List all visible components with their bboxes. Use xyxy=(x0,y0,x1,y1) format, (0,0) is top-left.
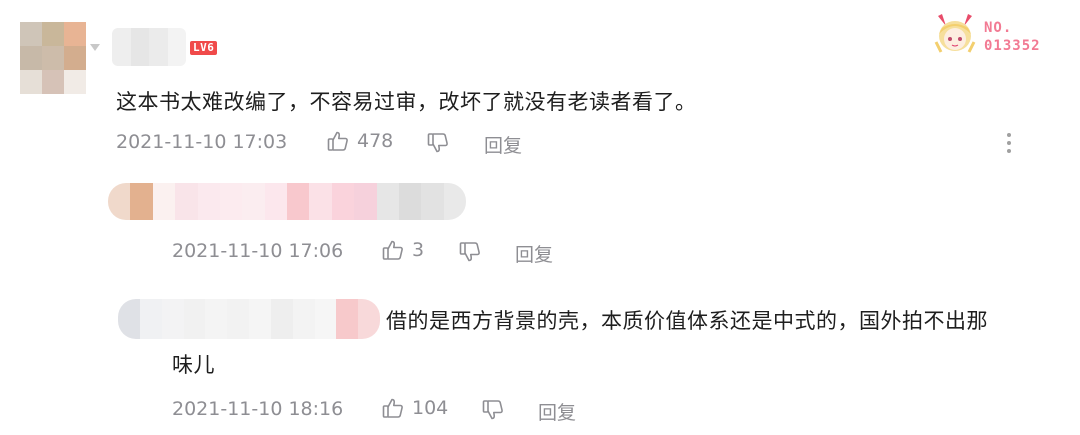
thumbs-up-icon[interactable] xyxy=(381,396,405,420)
comment-timestamp: 2021-11-10 17:06 xyxy=(172,240,344,262)
reply-button[interactable]: 回复 xyxy=(515,240,553,267)
like-count: 3 xyxy=(412,239,425,261)
comment-text: 这本书太难改编了，不容易过审，改坏了就没有老读者看了。 xyxy=(116,90,697,114)
comment-timestamp: 2021-11-10 18:16 xyxy=(172,398,344,420)
level-badge: LV6 xyxy=(190,41,218,55)
thumbs-down-icon[interactable] xyxy=(426,131,450,155)
like-count: 104 xyxy=(412,397,449,419)
thumbs-up-icon[interactable] xyxy=(326,129,350,153)
username-blurred[interactable] xyxy=(112,28,186,66)
avatar[interactable] xyxy=(20,22,86,94)
comment-text-continued: 味儿 xyxy=(172,353,215,377)
fan-badge-number: 013352 xyxy=(984,38,1041,54)
reply-author-blurred[interactable] xyxy=(118,299,380,339)
reply-button[interactable]: 回复 xyxy=(484,131,522,158)
more-vertical-icon[interactable] xyxy=(1006,132,1012,154)
avatar-dropdown-icon xyxy=(90,44,100,51)
fan-badge-avatar-icon xyxy=(932,12,978,56)
thumbs-down-icon[interactable] xyxy=(458,240,482,264)
reply-author-blurred[interactable] xyxy=(108,183,466,220)
thumbs-up-icon[interactable] xyxy=(381,238,405,262)
like-count: 478 xyxy=(357,130,394,152)
reply-button[interactable]: 回复 xyxy=(538,398,576,425)
comment-text: 借的是西方背景的壳，本质价值体系还是中式的，国外拍不出那 xyxy=(386,309,988,333)
thumbs-down-icon[interactable] xyxy=(481,398,505,422)
comment-timestamp: 2021-11-10 17:03 xyxy=(116,131,288,153)
fan-badge-label: NO. xyxy=(984,20,1013,36)
